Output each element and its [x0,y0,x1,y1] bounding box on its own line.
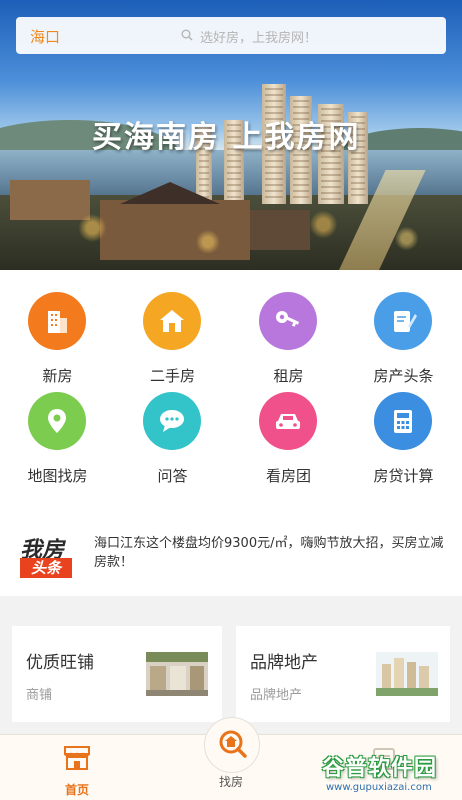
estate-thumbnail [376,652,438,696]
map-pin-icon [48,409,66,433]
chat-icon [160,410,184,432]
city-selector[interactable]: 海口 [30,26,60,47]
card-brand-estate[interactable]: 品牌地产 品牌地产 [236,626,450,722]
search-house-icon [219,730,247,758]
store-icon [64,746,90,770]
circle-bg [259,292,317,350]
category-map[interactable]: 地图找房 [0,370,115,485]
edit-note-icon [394,311,417,332]
card-title: 品牌地产 [250,653,318,673]
promo-cards: 优质旺铺 商铺 品牌地产 品牌地产 [0,604,462,734]
house-icon [160,310,184,332]
card-quality-shops[interactable]: 优质旺铺 商铺 [12,626,222,722]
search-bar[interactable]: 海口 选好房，上我房网！ [16,17,446,54]
circle-bg [374,392,432,450]
category-label: 房贷计算 [373,467,434,485]
circle-bg [143,392,201,450]
shop-thumbnail [146,652,208,696]
news-logo: 我房 头条 [20,532,76,578]
find-house-button[interactable] [204,717,260,773]
category-second-hand[interactable]: 二手房 [115,270,230,385]
logo-bottom-text: 头条 [20,558,72,578]
key-icon [276,311,300,327]
banner-slogan: 买海南房 上我房网 [92,120,361,155]
calculator-icon [394,410,412,433]
category-new-house[interactable]: 新房 [0,270,115,385]
category-label: 地图找房 [27,467,88,485]
category-qa[interactable]: 问答 [115,370,230,485]
category-tour[interactable]: 看房团 [231,370,346,485]
category-mortgage[interactable]: 房贷计算 [346,370,461,485]
category-news[interactable]: 房产头条 [346,270,461,385]
search-icon [181,29,193,41]
circle-bg [374,292,432,350]
category-label: 问答 [157,467,188,485]
circle-bg [259,392,317,450]
card-subtitle: 商铺 [26,688,53,703]
tab-find-label: 找房 [218,775,243,789]
circle-bg [28,292,86,350]
circle-bg [143,292,201,350]
circle-bg [28,392,86,450]
car-icon [276,414,300,429]
search-input[interactable]: 选好房，上我房网！ [200,27,317,46]
category-grid: 新房 二手房 租房 房产头条 地图找房 问答 看房团 房贷计算 [0,270,462,500]
night-lights [0,200,462,270]
news-headline-bar[interactable]: 我房 头条 海口江东这个楼盘均价9300元/㎡，嗨购节放大招，买房立减房款！ [0,500,462,596]
hero-banner[interactable]: 买海南房 上我房网 海口 选好房，上我房网！ [0,0,462,270]
site-watermark: 谷普软件园 www.gupuxiazai.com [320,750,462,800]
card-title: 优质旺铺 [26,653,94,673]
watermark-url: www.gupuxiazai.com [326,782,432,793]
card-subtitle: 品牌地产 [250,688,303,703]
building-icon [48,311,67,333]
category-label: 看房团 [265,467,311,485]
watermark-logo-text: 谷普软件园 [322,756,438,781]
news-headline[interactable]: 海口江东这个楼盘均价9300元/㎡，嗨购节放大招，买房立减房款！ [94,534,446,572]
app-screen: 买海南房 上我房网 海口 选好房，上我房网！ 新房 二手房 租房 房产头条 地图… [0,0,462,800]
tab-home-label: 首页 [64,783,89,797]
category-rent[interactable]: 租房 [231,270,346,385]
tab-home[interactable]: 首页 [37,741,117,799]
